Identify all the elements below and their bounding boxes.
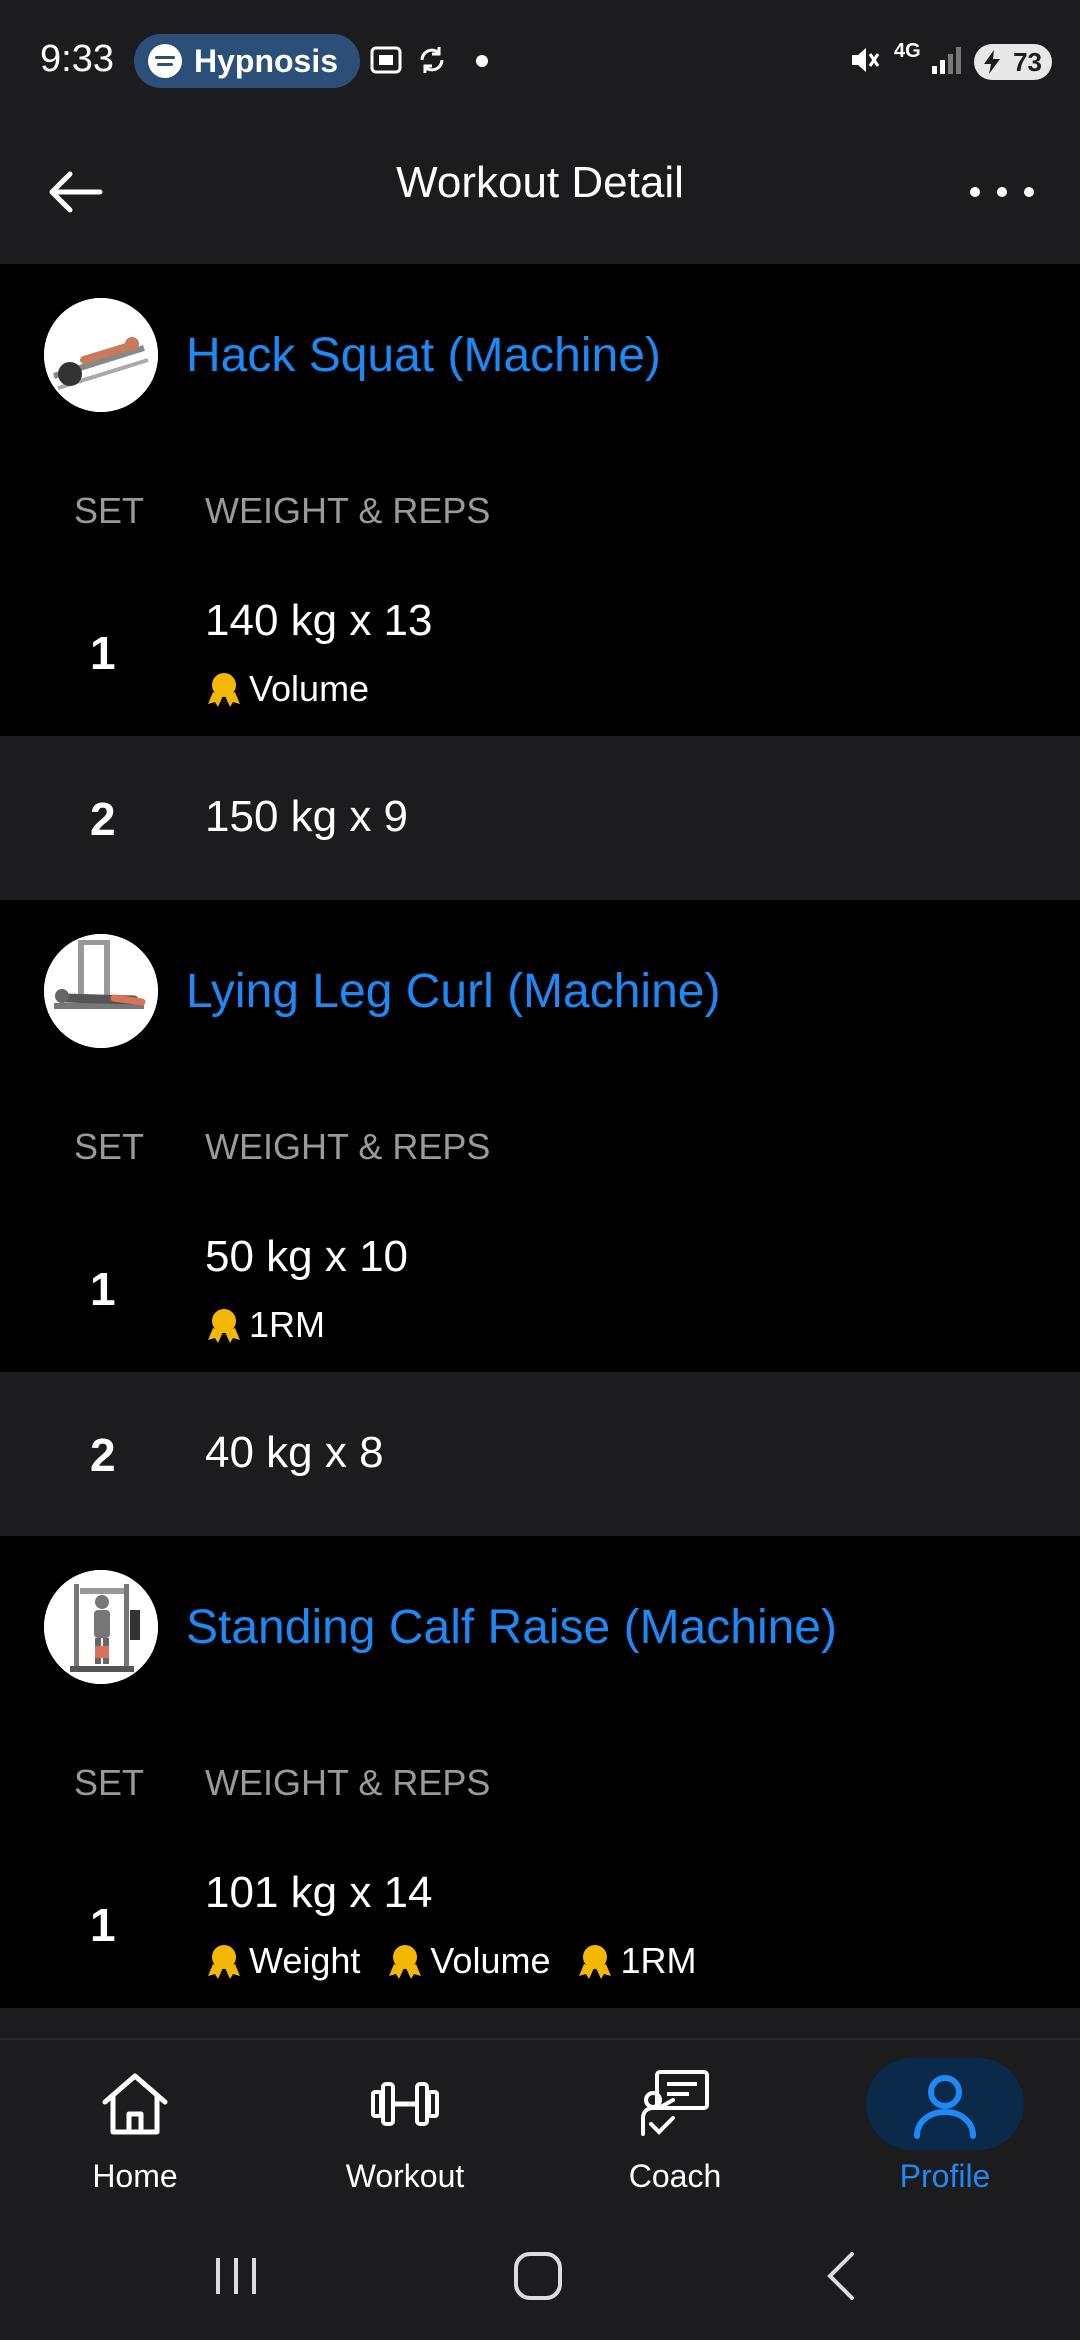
nav-label: Coach — [628, 2158, 722, 2194]
exercise-card: Lying Leg Curl (Machine) SET WEIGHT & RE… — [0, 900, 1080, 1536]
weight-reps-column-label: WEIGHT & REPS — [205, 490, 491, 531]
record-badge: Volume — [386, 1940, 550, 1982]
set-weight-reps: 101 kg x 14 — [205, 1868, 433, 1917]
record-label: 1RM — [620, 1940, 697, 1981]
set-weight-reps: 150 kg x 9 — [205, 792, 409, 841]
nav-item-home[interactable]: Home — [0, 2040, 270, 2214]
exercise-thumbnail — [44, 1570, 158, 1684]
notification-dot — [476, 55, 488, 67]
medal-icon — [208, 1309, 240, 1343]
set-row: 2 150 kg x 9 — [0, 736, 1080, 900]
set-weight-reps: 40 kg x 8 — [205, 1428, 384, 1477]
set-number: 1 — [90, 1263, 116, 1315]
set-weight-reps: 140 kg x 13 — [205, 596, 433, 645]
record-label: 1RM — [249, 1304, 326, 1345]
weight-reps-column-label: WEIGHT & REPS — [205, 1126, 491, 1167]
exercise-card: Hack Squat (Machine) SET WEIGHT & REPS 1… — [0, 264, 1080, 900]
set-column-label: SET — [74, 490, 145, 531]
screenshot-icon — [370, 46, 402, 74]
mute-icon — [852, 48, 880, 72]
medal-icon — [389, 1945, 422, 1979]
status-bar: 9:33 Hypnosis 4G 73 — [0, 0, 1080, 120]
more-horizontal-icon[interactable] — [970, 168, 1034, 216]
medal-icon — [208, 673, 240, 707]
exercise-name[interactable]: Hack Squat (Machine) — [186, 328, 661, 383]
spotify-icon — [148, 44, 182, 78]
status-time: 9:33 — [40, 38, 114, 80]
set-number: 1 — [90, 627, 116, 679]
record-badge: 1RM — [576, 1940, 697, 1982]
media-pill[interactable]: Hypnosis — [134, 34, 361, 88]
nav-item-coach[interactable]: Coach — [540, 2040, 810, 2214]
record-badges: 1RM — [205, 1304, 325, 1346]
coach-icon — [641, 2070, 709, 2136]
medal-icon — [579, 1945, 612, 1979]
set-number: 2 — [90, 793, 116, 845]
exercise-card: Standing Calf Raise (Machine) SET WEIGHT… — [0, 1536, 1080, 2038]
bottom-navigation: Home Workout Coach Profile — [0, 2038, 1080, 2212]
nav-label: Profile — [899, 2158, 991, 2194]
dumbbell-icon — [371, 2082, 439, 2126]
battery-level: 73 — [1013, 46, 1042, 77]
set-column-headers: SET WEIGHT & REPS — [0, 1720, 1080, 1840]
exercise-header[interactable]: Lying Leg Curl (Machine) — [0, 900, 1080, 1084]
record-badges: Weight Volume 1RM — [205, 1940, 697, 1982]
weight-reps-column-label: WEIGHT & REPS — [205, 1762, 491, 1803]
exercise-thumbnail — [44, 934, 158, 1048]
exercise-header[interactable]: Hack Squat (Machine) — [0, 264, 1080, 448]
workout-detail-list[interactable]: Hack Squat (Machine) SET WEIGHT & REPS 1… — [0, 264, 1080, 2038]
set-column-label: SET — [74, 1126, 145, 1167]
recent-apps-icon[interactable] — [196, 2242, 276, 2310]
sync-icon — [420, 47, 444, 73]
nav-label: Home — [92, 2158, 178, 2194]
set-row: 2 40 kg x 8 — [0, 1372, 1080, 1536]
app-bar: Workout Detail — [0, 120, 1080, 264]
record-badge: 1RM — [205, 1304, 325, 1346]
battery-indicator: 73 — [974, 44, 1052, 80]
profile-icon — [914, 2075, 976, 2139]
record-label: Weight — [249, 1940, 361, 1981]
system-back-icon[interactable] — [802, 2242, 882, 2310]
record-label: Volume — [249, 668, 370, 709]
set-number: 2 — [90, 1429, 116, 1481]
nav-label: Workout — [345, 2158, 465, 2194]
record-badges: Volume — [205, 668, 369, 710]
set-column-headers: SET WEIGHT & REPS — [0, 448, 1080, 568]
nav-item-profile[interactable]: Profile — [810, 2040, 1080, 2214]
record-badge: Weight — [205, 1940, 360, 1982]
record-label: Volume — [430, 1940, 551, 1981]
exercise-thumbnail — [44, 298, 158, 412]
network-type: 4G — [894, 40, 921, 62]
medal-icon — [208, 1945, 240, 1979]
set-row — [0, 2008, 1080, 2038]
exercise-name[interactable]: Standing Calf Raise (Machine) — [186, 1600, 837, 1655]
record-badge: Volume — [205, 668, 369, 710]
media-app-label: Hypnosis — [194, 42, 339, 79]
system-navigation-bar — [0, 2212, 1080, 2340]
set-row: 1 140 kg x 13 Volume — [0, 568, 1080, 736]
set-row: 1 50 kg x 10 1RM — [0, 1204, 1080, 1372]
set-column-label: SET — [74, 1762, 145, 1803]
set-number: 1 — [90, 1899, 116, 1951]
nav-item-workout[interactable]: Workout — [270, 2040, 540, 2214]
set-weight-reps: 50 kg x 10 — [205, 1232, 409, 1281]
set-row: 1 101 kg x 14 Weight Volume 1RM — [0, 1840, 1080, 2008]
home-icon — [102, 2073, 168, 2135]
set-column-headers: SET WEIGHT & REPS — [0, 1084, 1080, 1204]
home-button-icon[interactable] — [498, 2242, 578, 2310]
signal-icon — [932, 47, 961, 74]
page-title: Workout Detail — [396, 158, 684, 207]
charging-icon — [984, 50, 1000, 74]
exercise-header[interactable]: Standing Calf Raise (Machine) — [0, 1536, 1080, 1720]
exercise-name[interactable]: Lying Leg Curl (Machine) — [186, 964, 720, 1019]
